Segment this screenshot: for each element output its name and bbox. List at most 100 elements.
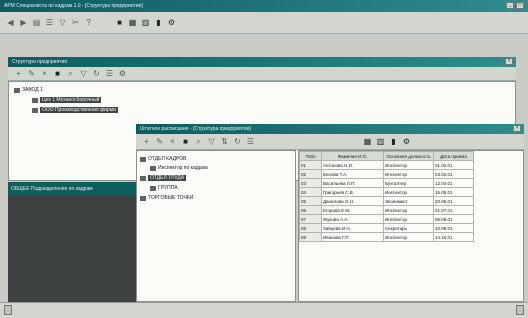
tree-node-label: ТОРГОВЫЕ ТОЧКИ — [148, 195, 194, 201]
filter-icon[interactable]: ▽ — [207, 137, 216, 146]
sort-icon[interactable]: ⇅ — [220, 137, 229, 146]
column-header[interactable]: Дата приема — [433, 151, 474, 161]
main-window-title: АРМ Специалиста по кадрам 1.0 - [Структу… — [4, 3, 143, 9]
table-row[interactable]: 02 Белова Т.А. Инспектор 03.03.01 — [299, 169, 474, 179]
tree-root-label: ЗАВОД 1 — [22, 87, 43, 93]
table-cell: 02 — [299, 169, 322, 179]
filter-icon[interactable]: ▽ — [58, 18, 67, 27]
table-cell: Зайцева И.Н. — [321, 223, 384, 233]
table-cell: 14.10.01 — [433, 232, 474, 242]
delete-icon[interactable]: × — [40, 69, 49, 78]
add-icon[interactable]: + — [142, 137, 151, 146]
print-icon[interactable]: ■ — [53, 69, 62, 78]
tree-node-dept[interactable]: ОТДЕЛ КАДРОВ — [140, 156, 186, 162]
forward-icon[interactable]: ▶ — [19, 18, 28, 27]
staff-tree-panel — [136, 150, 296, 302]
table-row[interactable]: 09 Иванова Г.П. Инспектор 14.10.01 — [299, 232, 474, 242]
person-icon — [150, 165, 156, 171]
cut-icon[interactable]: ✂ — [71, 18, 80, 27]
scroll-left-button[interactable] — [4, 305, 12, 315]
table-cell: 08 — [299, 223, 322, 233]
table-cell: 10.09.01 — [433, 223, 474, 233]
help-icon[interactable]: ? — [84, 18, 93, 27]
tree-root[interactable]: ЗАВОД 1 — [14, 87, 43, 93]
print-icon[interactable]: ■ — [181, 137, 190, 146]
minimize-button[interactable]: _ — [506, 2, 514, 9]
table-cell: Белова Т.А. — [321, 169, 384, 179]
table-cell: 09 — [299, 232, 322, 242]
staff-table-panel: Табн Фамилия И.О. Основная должность Дат… — [298, 150, 524, 302]
folder-icon — [32, 107, 38, 113]
table-cell: Данилова О.Н. — [321, 196, 384, 206]
grid-icon[interactable]: ▥ — [376, 137, 385, 146]
table-row[interactable]: 03 Васильева Л.П. Бухгалтер 12.04.01 — [299, 178, 474, 188]
grid-icon[interactable]: ▥ — [141, 18, 150, 27]
table-cell: 07 — [299, 214, 322, 224]
list-icon[interactable]: ☰ — [45, 18, 54, 27]
delete-icon[interactable]: × — [168, 137, 177, 146]
table-cell: Антонова Н.И. — [321, 160, 384, 170]
edit-icon[interactable]: ✎ — [155, 137, 164, 146]
table-cell: Бухгалтер — [383, 178, 434, 188]
tree-node-label: ОТДЕЛ ТРУДА — [148, 175, 187, 181]
column-header[interactable]: Фамилия И.О. — [321, 151, 384, 161]
table-cell: 20.06.01 — [433, 196, 474, 206]
tree-icon[interactable]: ▤ — [32, 18, 41, 27]
print-icon[interactable]: ■ — [115, 18, 124, 27]
search-icon[interactable]: ⌕ — [66, 69, 75, 78]
table-cell: 01.02.01 — [433, 160, 474, 170]
scroll-right-button[interactable] — [516, 305, 524, 315]
search-icon[interactable]: ⌕ — [194, 137, 203, 146]
tree-node-selected[interactable]: ОТДЕЛ ТРУДА — [140, 175, 187, 181]
list-icon[interactable]: ☰ — [105, 69, 114, 78]
table-row[interactable]: 04 Григорьев С.В. Инспектор 15.05.01 — [299, 187, 474, 197]
folder-icon — [14, 87, 20, 93]
filter-icon[interactable]: ▽ — [79, 69, 88, 78]
table-cell: Инспектор — [383, 214, 434, 224]
tree-node-inspector[interactable]: Инспектор по кадрам — [150, 165, 208, 171]
settings-icon[interactable]: ⚙ — [167, 18, 176, 27]
table-row[interactable]: 08 Зайцева И.Н. Секретарь 10.09.01 — [299, 223, 474, 233]
settings-icon[interactable]: ⚙ — [118, 69, 127, 78]
table-row[interactable]: 01 Антонова Н.И. Инспектор 01.02.01 — [299, 160, 474, 170]
column-header[interactable]: Табн — [299, 151, 322, 161]
refresh-icon[interactable]: ↻ — [92, 69, 101, 78]
horizontal-scrollbar[interactable] — [0, 302, 528, 318]
structure-close-button[interactable]: × — [505, 58, 513, 65]
table-cell: Григорьев С.В. — [321, 187, 384, 197]
chart-icon[interactable]: ▮ — [389, 137, 398, 146]
table-row[interactable]: 06 Егорова Е.М. Инспектор 01.07.01 — [299, 205, 474, 215]
table-cell: 12.04.01 — [433, 178, 474, 188]
add-icon[interactable]: + — [14, 69, 23, 78]
tree-node-shops[interactable]: ТОРГОВЫЕ ТОЧКИ — [140, 195, 193, 201]
tree-node-group[interactable]: ГРУППА — [150, 185, 178, 191]
table-cell: 04 — [299, 187, 322, 197]
tree-node-company[interactable]: ООО Производственная фирма — [32, 107, 118, 113]
table-cell: Иванова Г.П. — [321, 232, 384, 242]
calendar-icon[interactable]: ▦ — [128, 18, 137, 27]
back-icon[interactable]: ◀ — [6, 18, 15, 27]
staff-table: Табн Фамилия И.О. Основная должность Дат… — [299, 151, 474, 242]
table-cell: 05.08.01 — [433, 214, 474, 224]
tree-node-label: Инспектор по кадрам — [158, 165, 208, 171]
table-row[interactable]: 05 Данилова О.Н. Экономист 20.06.01 — [299, 196, 474, 206]
column-header[interactable]: Основная должность — [383, 151, 434, 161]
table-cell: Инспектор — [383, 205, 434, 215]
table-cell: 05 — [299, 196, 322, 206]
staff-close-button[interactable]: × — [513, 125, 521, 132]
edit-icon[interactable]: ✎ — [27, 69, 36, 78]
maximize-button[interactable]: □ — [516, 2, 524, 9]
tree-node-label: ОТДЕЛ КАДРОВ — [148, 156, 187, 162]
list-icon[interactable]: ☰ — [246, 137, 255, 146]
folder-icon — [140, 156, 146, 162]
main-title-bar: АРМ Специалиста по кадрам 1.0 - [Структу… — [0, 0, 528, 12]
table-cell: 01 — [299, 160, 322, 170]
calendar-icon[interactable]: ▦ — [363, 137, 372, 146]
table-row[interactable]: 07 Жукова А.А. Инспектор 05.08.01 — [299, 214, 474, 224]
refresh-icon[interactable]: ↻ — [233, 137, 242, 146]
settings-icon[interactable]: ⚙ — [402, 137, 411, 146]
tree-node-workshop[interactable]: Цех 1 Механосборочный — [32, 97, 102, 103]
tree-node-label: ГРУППА — [158, 185, 178, 191]
tree-node-label: Цех 1 Механосборочный — [40, 97, 102, 103]
chart-icon[interactable]: ▮ — [154, 18, 163, 27]
